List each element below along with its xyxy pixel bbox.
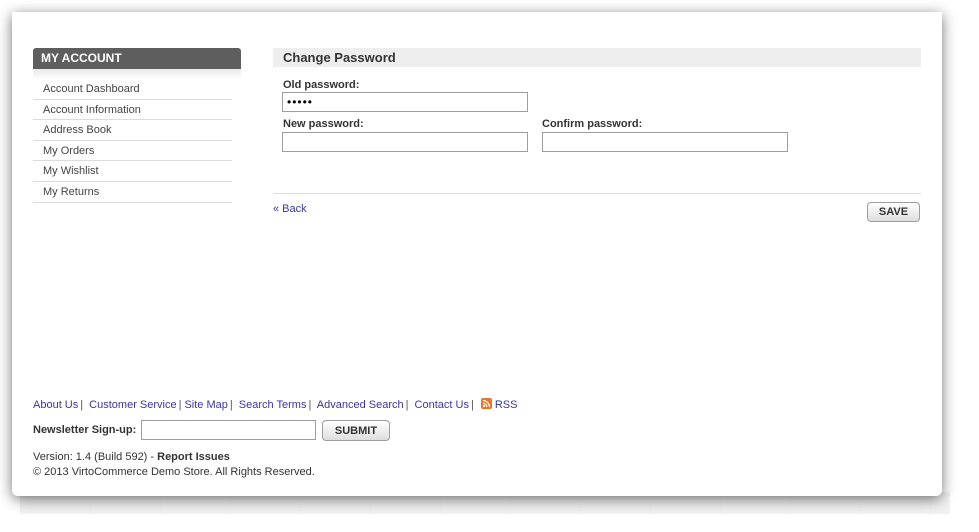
version-info: Version: 1.4 (Build 592) - Report Issues [33, 451, 230, 463]
footer-separator: | [308, 399, 312, 411]
sidebar-item-address-book[interactable]: Address Book [33, 120, 232, 141]
submit-button[interactable]: SUBMIT [322, 420, 390, 441]
sidebar-item-my-orders[interactable]: My Orders [33, 141, 232, 162]
old-password-label: Old password: [283, 79, 360, 91]
new-password-field[interactable] [282, 132, 528, 152]
footer-link-about-us[interactable]: About Us [33, 399, 78, 411]
sidebar-title: MY ACCOUNT [33, 48, 241, 69]
rss-icon[interactable] [480, 398, 492, 409]
sidebar-header-shade [33, 69, 241, 79]
footer-link-site-map[interactable]: Site Map [184, 399, 227, 411]
save-button[interactable]: SAVE [867, 202, 920, 222]
form-divider [273, 193, 921, 194]
footer-link-contact-us[interactable]: Contact Us [415, 399, 469, 411]
sidebar-item-my-wishlist[interactable]: My Wishlist [33, 161, 232, 182]
footer-separator: | [80, 399, 84, 411]
confirm-password-label: Confirm password: [542, 118, 643, 130]
change-password-panel: Change Password [273, 48, 921, 67]
footer-link-customer-service[interactable]: Customer Service [89, 399, 176, 411]
report-issues-link[interactable]: Report Issues [157, 451, 230, 463]
footer-link-rss[interactable]: RSS [495, 399, 518, 411]
sidebar-item-account-dashboard[interactable]: Account Dashboard [33, 79, 232, 100]
confirm-password-field[interactable] [542, 132, 788, 152]
back-link[interactable]: « Back [273, 203, 307, 215]
footer-separator: | [405, 399, 409, 411]
footer-separator: | [178, 399, 182, 411]
footer-link-search-terms[interactable]: Search Terms [239, 399, 307, 411]
sidebar-item-my-returns[interactable]: My Returns [33, 182, 232, 203]
footer-links: About Us | Customer Service | Site Map | Sea… [33, 398, 517, 411]
version-text: Version: 1.4 (Build 592) - [33, 451, 158, 463]
old-password-field[interactable] [282, 92, 528, 112]
copyright-text: © 2013 VirtoCommerce Demo Store. All Rig… [33, 466, 315, 478]
new-password-label: New password: [283, 118, 364, 130]
footer-link-advanced-search[interactable]: Advanced Search [317, 399, 404, 411]
footer-separator: | [470, 399, 474, 411]
sidebar-item-account-information[interactable]: Account Information [33, 100, 232, 121]
newsletter-email-field[interactable] [141, 420, 316, 440]
footer-separator: | [229, 399, 233, 411]
sidebar-nav: Account Dashboard Account Information Ad… [33, 79, 232, 203]
panel-title: Change Password [273, 48, 921, 67]
newsletter-label: Newsletter Sign-up: [33, 424, 137, 436]
account-sidebar: MY ACCOUNT Account Dashboard Account Inf… [33, 48, 241, 203]
